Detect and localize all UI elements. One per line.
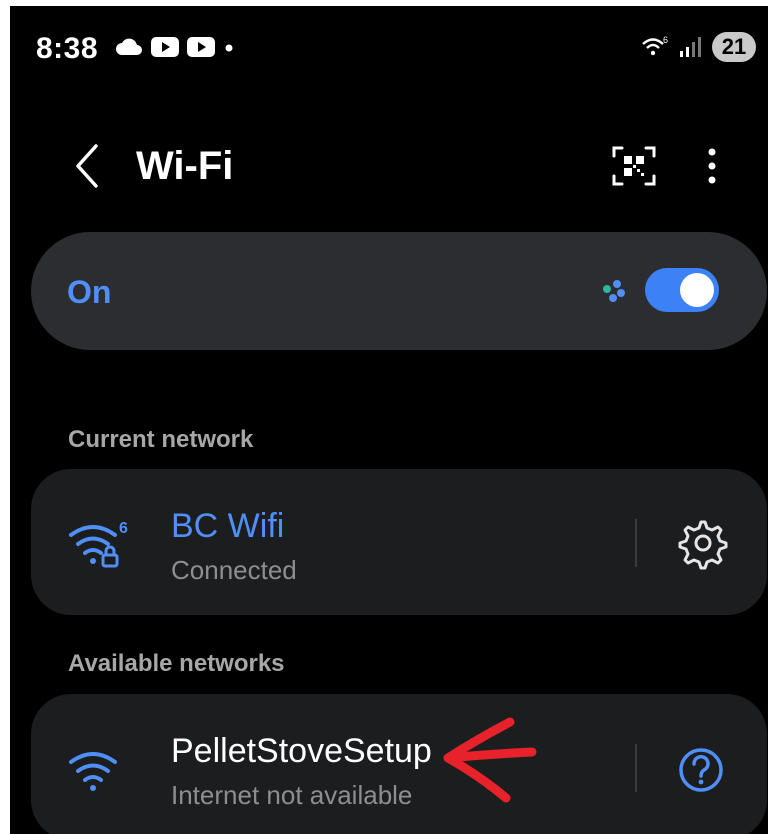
more-notifications-dot-icon [225, 44, 233, 52]
wifi-toggle-card[interactable]: On [31, 232, 767, 350]
system-icons: 6 21 [640, 32, 756, 62]
more-options-button[interactable] [700, 140, 724, 190]
available-network-item[interactable]: PelletStoveSetup Internet not available [31, 694, 767, 834]
status-time: 8:38 [36, 32, 99, 65]
wifi-state-label: On [67, 274, 112, 310]
phone-screen: 8:38 6 21 Wi-Fi On Current network 6 BC … [10, 6, 768, 834]
notification-icons [114, 36, 236, 58]
status-bar: 8:38 6 21 [10, 6, 768, 86]
available-network-name: PelletStoveSetup [171, 732, 432, 770]
back-button[interactable] [66, 136, 106, 196]
current-network-card[interactable]: 6 BC Wifi Connected [31, 469, 767, 615]
divider [635, 744, 637, 792]
current-network-name: BC Wifi [171, 507, 285, 545]
youtube-icon [151, 37, 179, 57]
cloud-icon [116, 38, 142, 55]
wifi-status-icon: 6 [642, 35, 668, 56]
current-network-status: Connected [171, 555, 297, 585]
divider [635, 519, 637, 567]
wifi-badge: 6 [663, 35, 668, 45]
page-title: Wi-Fi [136, 144, 234, 188]
current-network-label: Current network [68, 426, 254, 453]
qr-scan-button[interactable] [610, 142, 658, 190]
help-question-icon[interactable] [671, 740, 731, 800]
battery-level: 21 [712, 32, 756, 62]
youtube-icon [187, 37, 215, 57]
wifi-toggle-switch[interactable] [645, 268, 719, 312]
wifi-badge: 6 [119, 520, 128, 537]
available-network-status: Internet not available [171, 780, 413, 810]
signal-icon [680, 37, 701, 57]
available-networks-label: Available networks [68, 650, 285, 677]
page-header: Wi-Fi [10, 136, 768, 196]
network-settings-gear-icon[interactable] [671, 513, 731, 573]
wifi-icon [69, 752, 117, 791]
wifi-activity-dots-icon [603, 280, 625, 302]
toggle-knob [680, 273, 714, 307]
wifi-locked-icon: 6 [69, 520, 128, 568]
